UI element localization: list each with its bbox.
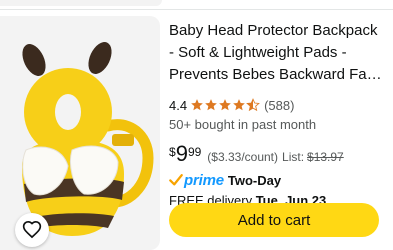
wishlist-button[interactable] — [15, 213, 49, 247]
unit-price: ($3.33/count) — [207, 150, 279, 164]
heart-outline-icon — [22, 220, 42, 239]
price-row: $ 9 99 ($3.33/count) List: $13.97 — [169, 142, 384, 166]
product-title[interactable]: Baby Head Protector Backpack - Soft & Li… — [169, 20, 384, 86]
product-card[interactable]: Baby Head Protector Backpack - Soft & Li… — [0, 10, 393, 250]
rating-value: 4.4 — [169, 97, 188, 113]
star-icon — [233, 99, 245, 111]
prime-logo-text: prime — [184, 171, 224, 189]
list-price-label: List: — [282, 150, 305, 164]
product-image-panel[interactable] — [0, 16, 160, 250]
list-price: $13.97 — [307, 150, 344, 164]
half-star-icon — [246, 98, 260, 112]
previous-card-image-edge — [0, 0, 162, 6]
rating-row[interactable]: 4.4 (588) — [169, 96, 384, 114]
prime-speed: Two-Day — [227, 172, 282, 188]
review-count[interactable]: (588) — [264, 98, 294, 113]
star-icon — [205, 99, 217, 111]
star-rating — [190, 98, 260, 112]
star-icon — [219, 99, 231, 111]
price-fraction: 99 — [187, 145, 202, 159]
prime-badge: prime Two-Day — [169, 170, 384, 190]
bought-in-past-month: 50+ bought in past month — [169, 117, 317, 132]
star-icon — [191, 99, 203, 111]
price-currency-symbol: $ — [169, 145, 176, 159]
price-whole: 9 — [175, 141, 188, 166]
prime-check-icon — [169, 174, 183, 186]
product-details: Baby Head Protector Backpack - Soft & Li… — [169, 20, 384, 211]
previous-card-edge — [0, 0, 393, 10]
add-to-cart-button[interactable]: Add to cart — [169, 203, 379, 237]
